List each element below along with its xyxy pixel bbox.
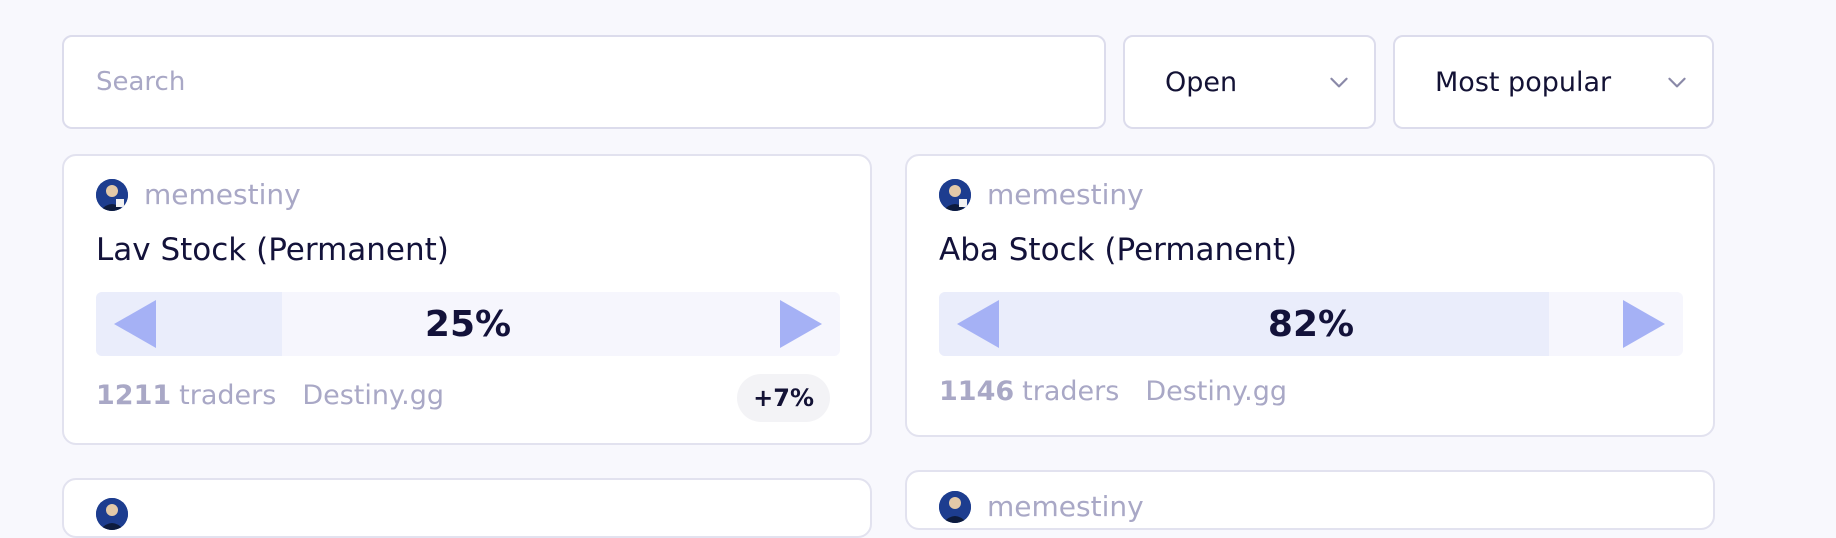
search-box[interactable] xyxy=(62,35,1106,129)
bet-yes-arrow-icon[interactable] xyxy=(1621,298,1667,350)
avatar xyxy=(939,490,971,523)
market-card[interactable]: memestiny Lav Stock (Permanent) 25% 1211… xyxy=(62,154,872,445)
creator-link[interactable]: memestiny xyxy=(939,178,1144,211)
probability-label: 82% xyxy=(1267,303,1355,345)
market-card[interactable]: memestiny xyxy=(905,470,1715,530)
creator-name: memestiny xyxy=(144,178,301,211)
creator-link[interactable]: memestiny xyxy=(96,178,301,211)
avatar xyxy=(939,178,971,211)
creator-name: memestiny xyxy=(987,178,1144,211)
traders-count: 1211 xyxy=(96,380,172,411)
market-meta: 1146 traders Destiny.gg xyxy=(939,376,1287,407)
traders-label: traders xyxy=(179,380,277,411)
probability-bar: 82% xyxy=(939,292,1683,356)
bet-no-arrow-icon[interactable] xyxy=(955,298,1001,350)
search-input[interactable] xyxy=(64,37,1104,127)
probability-change-badge: +7% xyxy=(737,374,830,422)
chevron-down-icon xyxy=(1668,77,1686,88)
market-title[interactable]: Aba Stock (Permanent) xyxy=(939,232,1297,268)
sort-value: Most popular xyxy=(1435,66,1612,98)
traders-label: traders xyxy=(1022,376,1120,407)
creator-link[interactable] xyxy=(96,498,144,530)
creator-name: memestiny xyxy=(987,490,1144,523)
creator-link[interactable]: memestiny xyxy=(939,490,1144,523)
market-meta: 1211 traders Destiny.gg xyxy=(96,380,444,411)
market-card[interactable] xyxy=(62,478,872,538)
sort-select[interactable]: Most popular xyxy=(1393,35,1714,129)
traders-count: 1146 xyxy=(939,376,1015,407)
avatar xyxy=(96,498,128,530)
bet-no-arrow-icon[interactable] xyxy=(112,298,158,350)
market-title[interactable]: Lav Stock (Permanent) xyxy=(96,232,449,268)
group-link[interactable]: Destiny.gg xyxy=(1145,376,1287,407)
status-filter-value: Open xyxy=(1165,66,1238,98)
bet-yes-arrow-icon[interactable] xyxy=(778,298,824,350)
chevron-down-icon xyxy=(1330,77,1348,88)
probability-bar: 25% xyxy=(96,292,840,356)
avatar xyxy=(96,178,128,211)
probability-label: 25% xyxy=(424,303,512,345)
group-link[interactable]: Destiny.gg xyxy=(302,380,444,411)
status-filter-select[interactable]: Open xyxy=(1123,35,1376,129)
market-card[interactable]: memestiny Aba Stock (Permanent) 82% 1146… xyxy=(905,154,1715,437)
